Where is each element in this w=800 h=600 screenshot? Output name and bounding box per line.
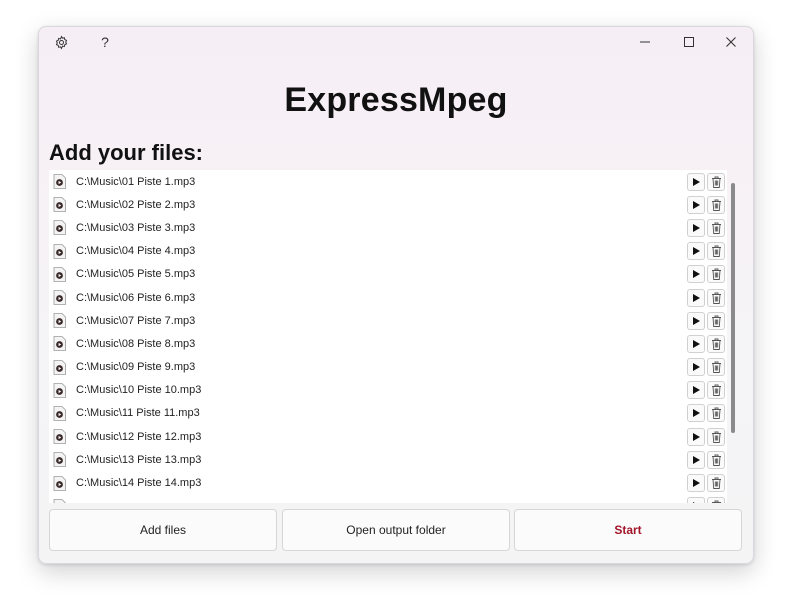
add-files-button[interactable]: Add files: [49, 509, 277, 551]
file-row[interactable]: C:\Music\13 Piste 13.mp3: [49, 448, 727, 471]
play-icon[interactable]: [687, 358, 705, 377]
audio-file-icon: [53, 243, 66, 259]
file-list-scrollbar[interactable]: [731, 183, 735, 433]
file-path-label: C:\Music\05 Piste 5.mp3: [76, 268, 196, 281]
file-row[interactable]: C:\Music\05 Piste 5.mp3: [49, 263, 727, 286]
file-row[interactable]: C:\Music\04 Piste 4.mp3: [49, 240, 727, 263]
trash-icon[interactable]: [707, 427, 725, 446]
file-path-label: C:\Music\10 Piste 10.mp3: [76, 384, 202, 397]
play-icon[interactable]: [687, 195, 705, 214]
file-path-label: C:\Music\11 Piste 11.mp3: [76, 407, 200, 420]
play-icon[interactable]: [687, 172, 705, 191]
help-icon[interactable]: ?: [85, 27, 125, 57]
audio-file-icon: [53, 197, 66, 213]
trash-icon[interactable]: [707, 358, 725, 377]
trash-icon[interactable]: [707, 218, 725, 237]
audio-file-icon: [53, 174, 66, 189]
play-icon[interactable]: [687, 288, 705, 307]
file-row[interactable]: [49, 495, 727, 503]
trash-icon[interactable]: [707, 404, 725, 423]
file-row[interactable]: C:\Music\03 Piste 3.mp3: [49, 216, 727, 239]
play-icon[interactable]: [687, 427, 705, 446]
trash-icon[interactable]: [707, 172, 725, 191]
title-bar: ?: [39, 27, 753, 57]
play-icon[interactable]: [687, 265, 705, 284]
file-path-label: C:\Music\01 Piste 1.mp3: [76, 175, 196, 188]
file-row[interactable]: C:\Music\11 Piste 11.mp3: [49, 402, 727, 425]
trash-icon[interactable]: [707, 265, 725, 284]
audio-file-icon: [53, 220, 66, 236]
file-row[interactable]: C:\Music\08 Piste 8.mp3: [49, 332, 727, 355]
minimize-icon[interactable]: [625, 27, 665, 57]
audio-file-icon: [53, 498, 66, 503]
play-icon[interactable]: [687, 404, 705, 423]
file-row[interactable]: C:\Music\02 Piste 2.mp3: [49, 193, 727, 216]
audio-file-icon: [53, 382, 66, 398]
audio-file-icon: [53, 429, 66, 445]
maximize-icon[interactable]: [669, 27, 709, 57]
trash-icon[interactable]: [707, 450, 725, 469]
trash-icon[interactable]: [707, 381, 725, 400]
file-path-label: C:\Music\14 Piste 14.mp3: [76, 477, 202, 490]
trash-icon[interactable]: [707, 497, 725, 503]
file-row[interactable]: C:\Music\09 Piste 9.mp3: [49, 356, 727, 379]
file-path-label: C:\Music\03 Piste 3.mp3: [76, 221, 196, 234]
trash-icon[interactable]: [707, 288, 725, 307]
play-icon[interactable]: [687, 242, 705, 261]
close-icon[interactable]: [711, 27, 751, 57]
play-icon[interactable]: [687, 450, 705, 469]
file-row[interactable]: C:\Music\14 Piste 14.mp3: [49, 471, 727, 494]
audio-file-icon: [53, 406, 66, 421]
start-button[interactable]: Start: [514, 509, 742, 551]
play-icon[interactable]: [687, 381, 705, 400]
action-bar: Add files Open output folder Start: [49, 509, 743, 553]
audio-file-icon: [53, 313, 66, 329]
file-path-label: C:\Music\13 Piste 13.mp3: [76, 453, 202, 466]
app-window: ? ExpressMpeg Add your files: C:\Music\0…: [38, 26, 754, 564]
file-path-label: C:\Music\06 Piste 6.mp3: [76, 291, 196, 304]
play-icon[interactable]: [687, 334, 705, 353]
file-path-label: C:\Music\09 Piste 9.mp3: [76, 361, 196, 374]
play-icon[interactable]: [687, 218, 705, 237]
audio-file-icon: [53, 475, 66, 491]
settings-gear-icon[interactable]: [41, 27, 81, 57]
file-path-label: C:\Music\02 Piste 2.mp3: [76, 198, 196, 211]
app-title: ExpressMpeg: [284, 81, 508, 119]
file-row[interactable]: C:\Music\12 Piste 12.mp3: [49, 425, 727, 448]
file-path-label: C:\Music\12 Piste 12.mp3: [76, 430, 202, 443]
open-output-folder-button[interactable]: Open output folder: [282, 509, 510, 551]
trash-icon[interactable]: [707, 242, 725, 261]
file-path-label: C:\Music\04 Piste 4.mp3: [76, 245, 196, 258]
audio-file-icon: [53, 336, 66, 352]
file-row[interactable]: C:\Music\10 Piste 10.mp3: [49, 379, 727, 402]
file-path-label: C:\Music\07 Piste 7.mp3: [76, 314, 196, 327]
trash-icon[interactable]: [707, 334, 725, 353]
trash-icon[interactable]: [707, 474, 725, 493]
audio-file-icon: [53, 266, 66, 282]
file-row[interactable]: C:\Music\06 Piste 6.mp3: [49, 286, 727, 309]
play-icon[interactable]: [687, 497, 705, 503]
trash-icon[interactable]: [707, 195, 725, 214]
files-heading: Add your files:: [49, 140, 204, 165]
audio-file-icon: [53, 359, 66, 375]
trash-icon[interactable]: [707, 311, 725, 330]
play-icon[interactable]: [687, 311, 705, 330]
file-list[interactable]: C:\Music\01 Piste 1.mp3 C:\Music\02 Piste…: [49, 170, 727, 503]
file-path-label: C:\Music\08 Piste 8.mp3: [76, 337, 196, 350]
file-row[interactable]: C:\Music\01 Piste 1.mp3: [49, 170, 727, 193]
file-row[interactable]: C:\Music\07 Piste 7.mp3: [49, 309, 727, 332]
audio-file-icon: [53, 452, 66, 468]
audio-file-icon: [53, 290, 66, 305]
play-icon[interactable]: [687, 474, 705, 493]
